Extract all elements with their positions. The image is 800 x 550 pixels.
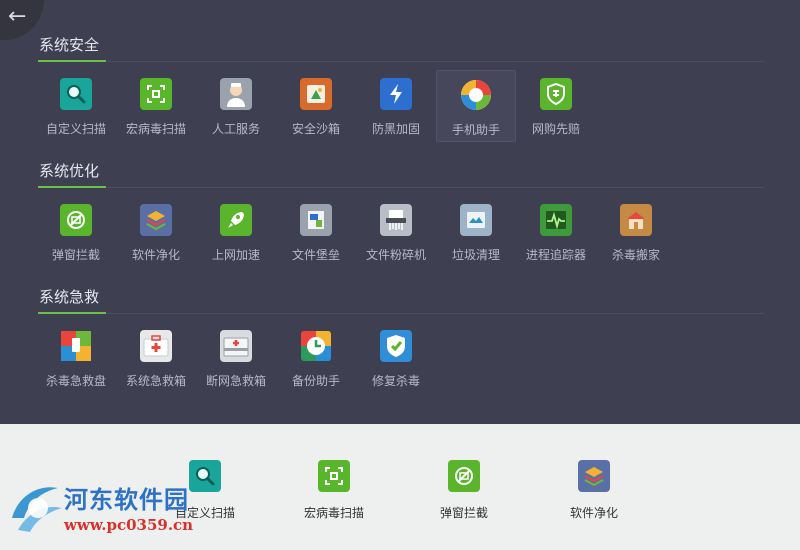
tool-label: 宏病毒扫描 xyxy=(125,122,186,136)
tool-label: 手机助手 xyxy=(451,123,500,137)
cleanup-icon xyxy=(460,204,492,236)
layers-icon xyxy=(578,460,610,492)
tool-manual-service[interactable]: 人工服务 xyxy=(196,70,276,142)
tool-hack-defense[interactable]: 防黑加固 xyxy=(356,70,436,142)
security-tools-grid: 自定义扫描 宏病毒扫描 人工服务 安全沙箱 防黑加固 手机助手 网购先赔 xyxy=(36,70,596,142)
tool-software-purify[interactable]: 软件净化 xyxy=(116,196,196,268)
tool-shopping-guarantee[interactable]: 网购先赔 xyxy=(516,70,596,142)
section-accent xyxy=(38,60,106,62)
optimize-tools-grid: 弹窗拦截 软件净化 上网加速 文件堡垒 文件粉碎机 垃圾清理 进程追踪器 杀毒搬… xyxy=(36,196,676,268)
tool-label: 垃圾清理 xyxy=(451,248,500,262)
tool-label: 修复杀毒 xyxy=(371,374,420,388)
section-accent xyxy=(38,186,106,188)
tool-label: 软件净化 xyxy=(131,248,180,262)
rescue-disk-icon xyxy=(60,330,92,362)
sandbox-icon xyxy=(300,78,332,110)
virus-scan-icon xyxy=(140,78,172,110)
tool-label: 文件堡垒 xyxy=(291,248,340,262)
tray-macro-virus-scan[interactable]: 宏病毒扫描 xyxy=(284,460,384,521)
tool-label: 系统急救箱 xyxy=(125,374,186,388)
tool-label: 杀毒急救盘 xyxy=(45,374,106,388)
popup-block-icon xyxy=(448,460,480,492)
tool-custom-scan[interactable]: 自定义扫描 xyxy=(36,70,116,142)
popup-block-icon xyxy=(60,204,92,236)
shopping-shield-icon xyxy=(540,78,572,110)
tool-phone-assistant[interactable]: 手机助手 xyxy=(436,70,516,142)
tool-label: 杀毒搬家 xyxy=(611,248,660,262)
backup-icon xyxy=(300,330,332,362)
repair-shield-icon xyxy=(380,330,412,362)
tool-label: 自定义扫描 xyxy=(45,122,106,136)
section-accent xyxy=(38,312,106,314)
watermark-name: 河东软件园 xyxy=(64,485,189,514)
tool-label: 上网加速 xyxy=(211,248,260,262)
offline-aid-kit-icon xyxy=(220,330,252,362)
tool-label: 进程追踪器 xyxy=(525,248,586,262)
section-divider xyxy=(38,61,764,62)
tool-repair-antivirus[interactable]: 修复杀毒 xyxy=(356,322,436,394)
layers-icon xyxy=(140,204,172,236)
tool-popup-block[interactable]: 弹窗拦截 xyxy=(36,196,116,268)
tray-label: 弹窗拦截 xyxy=(439,506,488,520)
magnifier-icon xyxy=(60,78,92,110)
watermark-url: www.pc0359.cn xyxy=(64,516,194,534)
rescue-tools-grid: 杀毒急救盘 系统急救箱 断网急救箱 备份助手 修复杀毒 xyxy=(36,322,436,394)
tool-label: 备份助手 xyxy=(291,374,340,388)
doctor-icon xyxy=(220,78,252,110)
back-button[interactable]: ← xyxy=(0,0,44,40)
lightning-shield-icon xyxy=(380,78,412,110)
tool-label: 弹窗拦截 xyxy=(51,248,100,262)
tool-system-rescue-kit[interactable]: 系统急救箱 xyxy=(116,322,196,394)
tool-rescue-disk[interactable]: 杀毒急救盘 xyxy=(36,322,116,394)
shredder-icon xyxy=(380,204,412,236)
tool-label: 网购先赔 xyxy=(531,122,580,136)
tool-label: 防黑加固 xyxy=(371,122,420,136)
section-divider xyxy=(38,187,764,188)
file-fortress-icon xyxy=(300,204,332,236)
tool-label: 文件粉碎机 xyxy=(365,248,426,262)
section-title-rescue: 系统急救 xyxy=(39,288,100,306)
tool-antivirus-move[interactable]: 杀毒搬家 xyxy=(596,196,676,268)
tray-label: 宏病毒扫描 xyxy=(303,506,364,520)
virus-scan-icon xyxy=(318,460,350,492)
tray-popup-block[interactable]: 弹窗拦截 xyxy=(414,460,514,521)
tool-offline-rescue-kit[interactable]: 断网急救箱 xyxy=(196,322,276,394)
tool-macro-virus-scan[interactable]: 宏病毒扫描 xyxy=(116,70,196,142)
tool-junk-cleanup[interactable]: 垃圾清理 xyxy=(436,196,516,268)
section-divider xyxy=(38,313,764,314)
process-tracker-icon xyxy=(540,204,572,236)
arrow-left-icon: ← xyxy=(8,4,27,29)
tool-backup-assistant[interactable]: 备份助手 xyxy=(276,322,356,394)
section-title-optimize: 系统优化 xyxy=(39,162,100,180)
tool-net-accelerate[interactable]: 上网加速 xyxy=(196,196,276,268)
rocket-icon xyxy=(220,204,252,236)
tool-label: 人工服务 xyxy=(211,122,260,136)
house-move-icon xyxy=(620,204,652,236)
first-aid-kit-icon xyxy=(140,330,172,362)
tool-sandbox[interactable]: 安全沙箱 xyxy=(276,70,356,142)
tool-process-tracker[interactable]: 进程追踪器 xyxy=(516,196,596,268)
tray-software-purify[interactable]: 软件净化 xyxy=(544,460,644,521)
tool-file-shredder[interactable]: 文件粉碎机 xyxy=(356,196,436,268)
section-title-security: 系统安全 xyxy=(39,36,100,54)
phone-assistant-icon xyxy=(460,79,492,111)
tray-label: 软件净化 xyxy=(569,506,618,520)
tools-panel: ← 系统安全 自定义扫描 宏病毒扫描 人工服务 安全沙箱 防黑加固 手机助手 网… xyxy=(0,0,800,424)
tool-label: 安全沙箱 xyxy=(291,122,340,136)
tool-file-fortress[interactable]: 文件堡垒 xyxy=(276,196,356,268)
tool-label: 断网急救箱 xyxy=(205,374,266,388)
